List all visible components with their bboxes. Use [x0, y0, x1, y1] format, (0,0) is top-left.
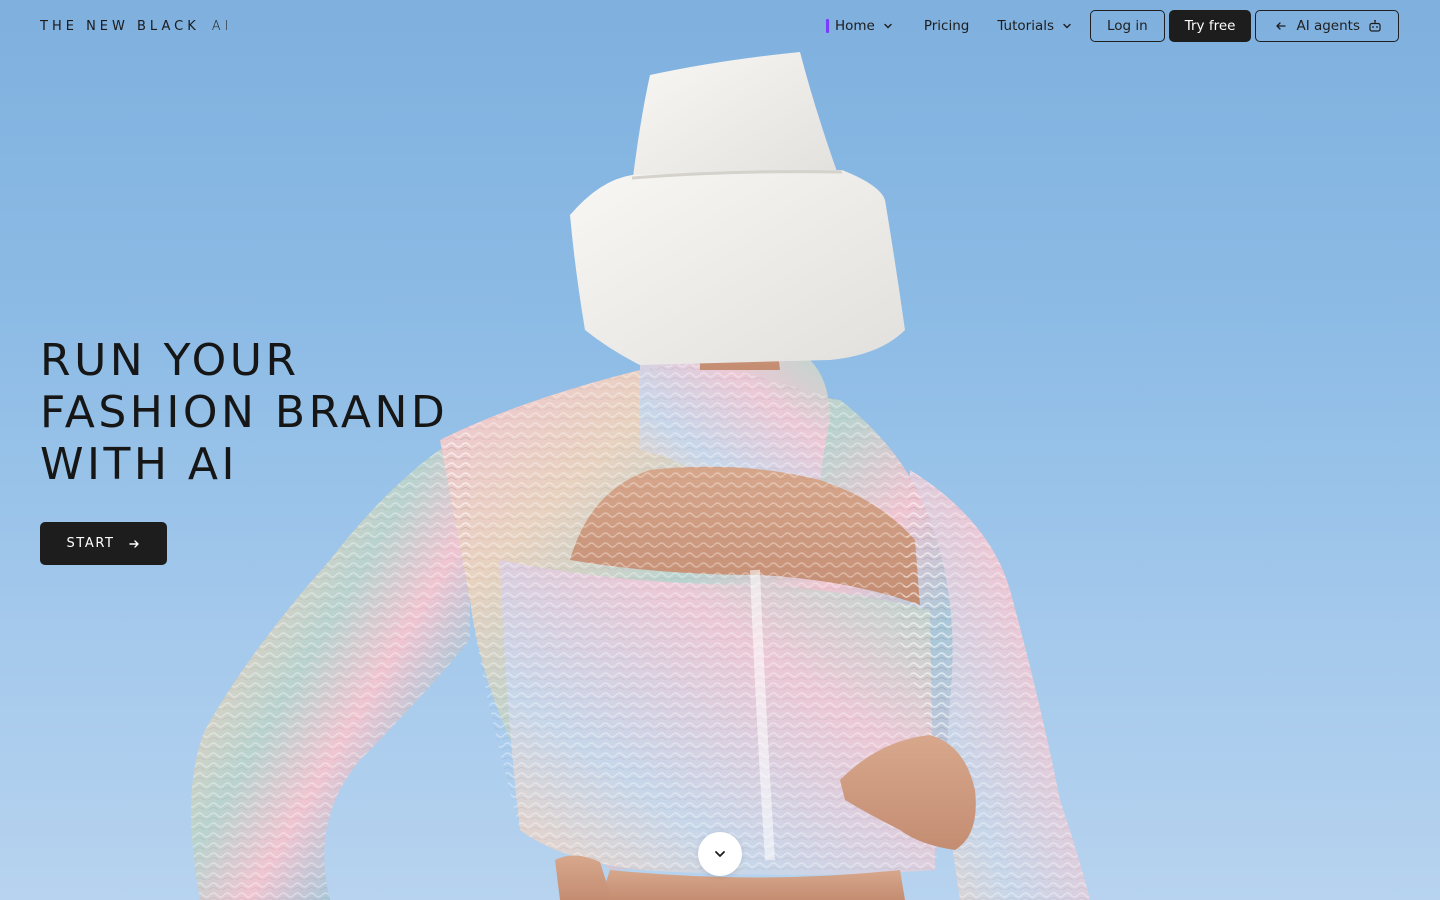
headline-line-3: WITH AI [40, 439, 239, 490]
chevron-down-icon [884, 23, 892, 29]
nav-home-label: Home [834, 18, 875, 34]
chevron-down-icon [715, 851, 725, 857]
nav-pricing[interactable]: Pricing [910, 10, 984, 42]
chevron-down-icon [1063, 23, 1071, 29]
ai-agents-button[interactable]: AI agents [1255, 10, 1399, 42]
try-free-label: Try free [1184, 18, 1236, 34]
arrow-left-icon [1276, 22, 1287, 30]
start-button[interactable]: START [40, 522, 167, 565]
login-button[interactable]: Log in [1090, 10, 1165, 42]
arrow-right-icon [128, 539, 139, 548]
robot-icon [1369, 19, 1381, 32]
site-header: THE NEW BLACK AI Home Pricing Tutorials … [0, 0, 1440, 52]
main-nav: Home Pricing Tutorials Log in Try free A… [825, 10, 1399, 42]
brand-logo[interactable]: THE NEW BLACK AI [40, 19, 232, 34]
nav-pricing-label: Pricing [923, 18, 970, 34]
nav-tutorials-label: Tutorials [997, 18, 1055, 34]
logo-text: THE NEW BLACK [40, 18, 200, 34]
hero-headline: RUN YOUR FASHION BRAND WITH AI [40, 335, 448, 491]
nav-tutorials[interactable]: Tutorials [983, 10, 1086, 42]
scroll-down-button[interactable] [698, 832, 742, 876]
headline-line-2: FASHION BRAND [40, 387, 449, 438]
login-label: Log in [1107, 18, 1148, 34]
start-label: START [66, 536, 115, 551]
try-free-button[interactable]: Try free [1168, 10, 1252, 42]
ai-agents-label: AI agents [1296, 18, 1360, 34]
headline-line-1: RUN YOUR [40, 335, 300, 386]
nav-home[interactable]: Home [825, 10, 907, 42]
logo-ai-suffix: AI [211, 18, 233, 34]
